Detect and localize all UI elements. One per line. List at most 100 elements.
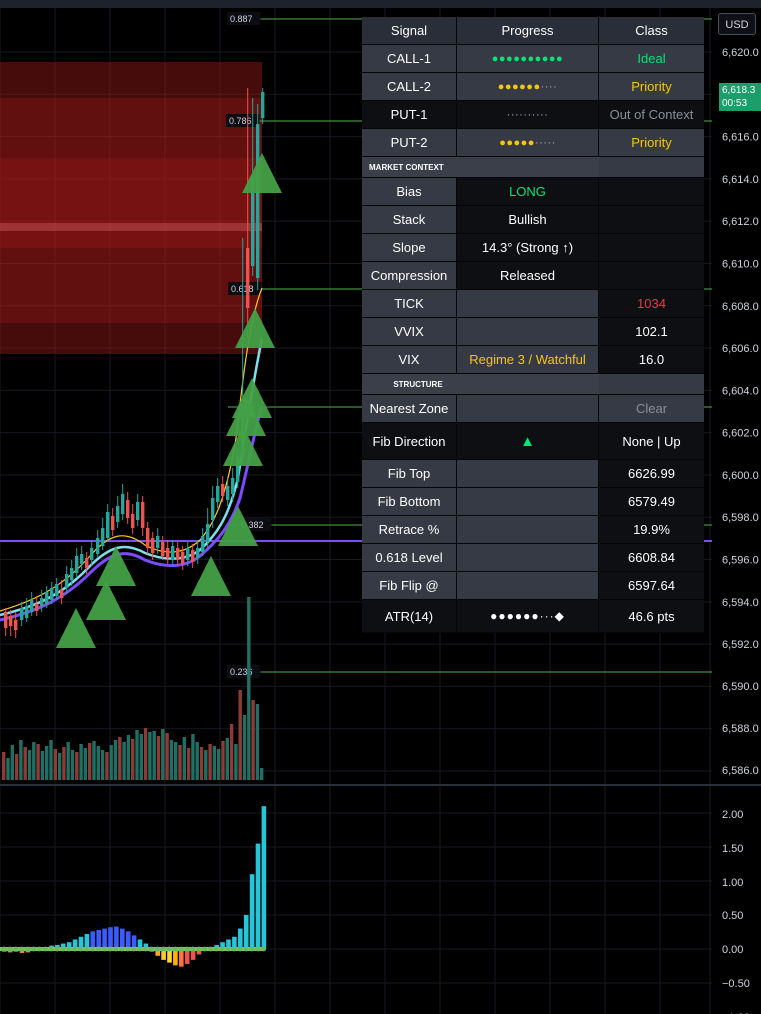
candle-body [65,574,69,588]
volume-bar [126,735,131,780]
volume-bar [23,747,27,780]
zero-dot [243,946,249,952]
buy-signal-arrow [232,378,272,418]
retrace-label: Retrace % [362,516,457,543]
vix-value: 16.0 [599,346,704,373]
candle-body [14,620,18,630]
volume-bar [148,732,152,780]
volume-bar [105,752,109,780]
candle-body [146,528,150,548]
volume-bar [45,746,49,780]
progress-filled: ●●●●● [499,136,535,149]
volume-bar [70,750,75,780]
signal-progress: ●●●●● ····· [457,129,599,156]
price-tick-label: 6,588.0 [722,723,759,735]
signal-name: PUT-2 [362,129,457,156]
candle-body [181,552,185,564]
candle-body [20,608,24,620]
zero-dot [214,946,219,952]
nearest-zone-label: Nearest Zone [362,395,457,422]
candle-body [221,484,225,496]
candle-body [70,568,74,580]
volume-bar [92,741,96,780]
zero-dot [60,946,66,952]
candle-body [9,616,13,626]
signal-name: CALL-2 [362,73,457,100]
currency-button[interactable]: USD [718,13,756,35]
bias-value: LONG [457,178,599,205]
volume-bar [229,724,234,780]
row-vix: VIX Regime 3 / Watchful 16.0 [362,346,704,374]
histogram-bar [249,874,255,949]
price-tick-label: 6,606.0 [722,343,759,355]
row-vvix: VVIX 102.1 [362,318,704,346]
volume-bar [234,744,238,780]
price-tick-label: 6,602.0 [722,428,759,440]
candle-body [116,506,120,522]
volume-bar [139,734,143,780]
zero-dot [101,946,107,952]
candle-body [96,538,100,554]
volume-bar [174,742,178,780]
zero-dot [48,946,54,952]
volume-bar [143,728,148,780]
row-slope: Slope 14.3° (Strong ↑) [362,234,704,262]
volume-bar [88,743,92,780]
volume-bar [118,737,122,780]
volume-bar [10,745,14,780]
candle-body [30,600,34,612]
volume-bar [186,748,191,780]
histogram-bar [102,928,107,949]
volume-bar [79,744,83,780]
zero-dot [160,946,166,952]
zero-dot [261,946,266,952]
row-compression: Compression Released [362,262,704,290]
zero-dot [231,946,237,952]
zero-dot [202,946,208,952]
zero-dot [143,946,149,952]
signal-table: Signal Progress Class CALL-1 ●●●●●●●●●● Id… [362,17,704,633]
signal-rows: CALL-1 ●●●●●●●●●● Ideal CALL-2 ●●●●●● ···· Pri… [362,45,704,157]
zero-dot [125,946,131,952]
retrace-value: 19.9% [599,516,704,543]
volume-bar [40,751,45,780]
row-stack: Stack Bullish [362,206,704,234]
price-tick-label: 6,592.0 [722,639,759,651]
volume-bar [109,745,113,780]
zero-dot [219,946,225,952]
oscillator-tick-label: 1.50 [722,843,743,855]
zero-dot [72,946,78,952]
volume-bar [122,742,126,780]
histogram-bar [173,949,178,966]
row-atr: ATR(14) ●●●●●●···◆ 46.6 pts [362,600,704,633]
signal-class: Priority [599,129,704,156]
zero-dot [249,946,255,952]
candle-body [216,486,220,502]
price-tick-label: 6,612.0 [722,216,759,228]
table-header-row: Signal Progress Class [362,17,704,45]
price-tick-label: 6,596.0 [722,555,759,567]
compression-value: Released [457,262,599,289]
price-tick-label: 6,590.0 [722,681,759,693]
volume-bar [83,748,88,780]
volume-bar [36,744,40,780]
header-class: Class [635,23,668,38]
stack-label: Stack [362,206,457,233]
section-title: STRUCTURE [393,379,443,389]
zero-dot [119,946,125,952]
volume-bar [242,715,247,780]
price-tick-label: 6,600.0 [722,470,759,482]
section-structure: STRUCTURE [362,374,704,395]
zero-dot [149,946,154,952]
row-618-level: 0.618 Level 6608.84 [362,544,704,572]
price-tick-label: 6,586.0 [722,765,759,777]
candle-body [206,524,210,542]
signal-name: CALL-1 [362,45,457,72]
last-price: 6,618.3 [722,85,756,96]
volume-bar [19,740,23,780]
price-tick-label: 6,604.0 [722,385,759,397]
oscillator-axis: 2.001.501.000.500.00−0.50−1.00 [722,809,750,1014]
candle-body [151,538,155,553]
row-tick: TICK 1034 [362,290,704,318]
compression-label: Compression [362,262,457,289]
